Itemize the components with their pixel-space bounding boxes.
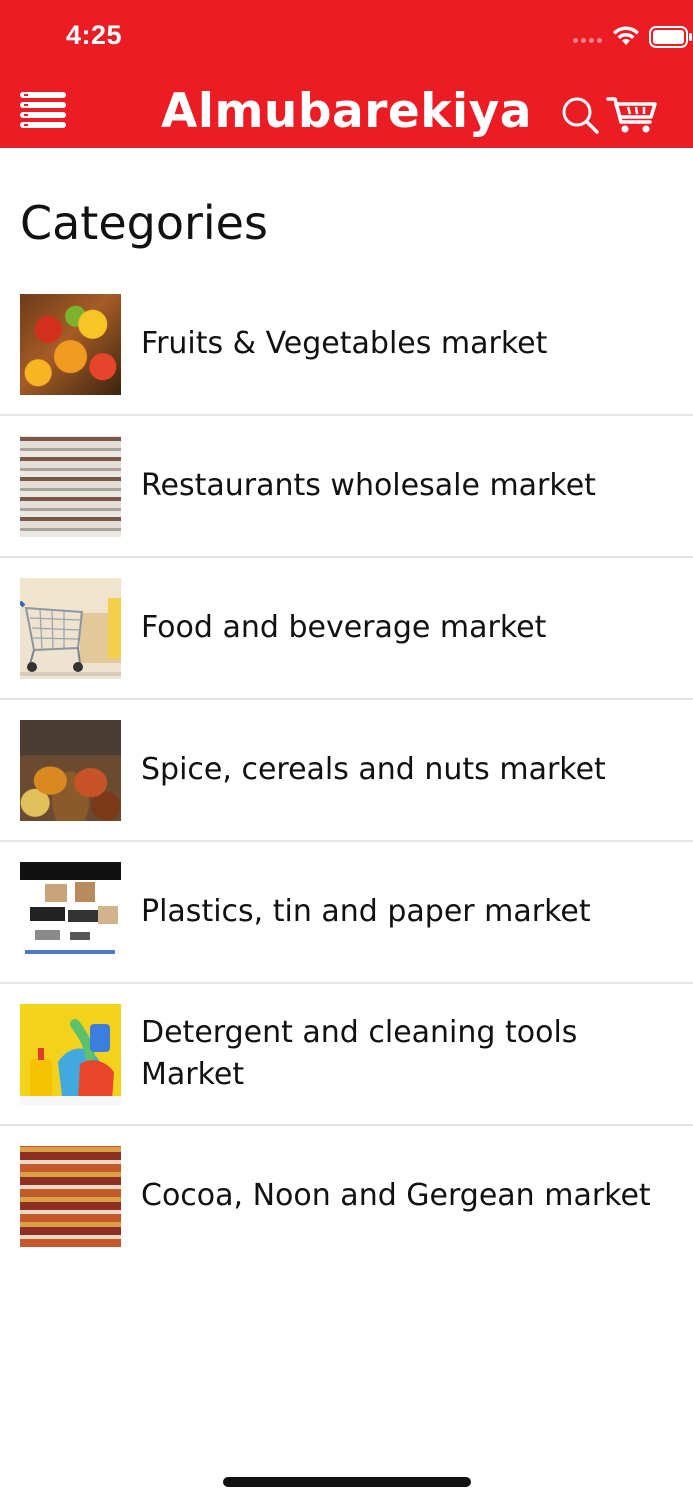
search-button[interactable] [560,95,600,135]
fruits-vegetables-image [20,294,121,395]
category-label: Fruits & Vegetables market [141,326,548,361]
search-icon [562,97,599,134]
category-item-food-beverage[interactable]: Food and beverage market [0,558,693,700]
restaurants-wholesale-image [20,436,121,537]
battery-icon [649,26,692,48]
category-label: Restaurants wholesale market [141,468,596,503]
status-time: 4:25 [66,20,123,50]
detergent-cleaning-image [20,1004,121,1105]
category-item-spice-cereals-nuts[interactable]: Spice, cereals and nuts market [0,700,693,842]
category-label: Spice, cereals and nuts market [141,752,606,787]
category-item-detergent-cleaning[interactable]: Detergent and cleaning tools Market [0,984,693,1126]
cocoa-noon-gergean-image [20,1146,121,1247]
category-item-fruits-vegetables[interactable]: Fruits & Vegetables market [0,274,693,416]
category-item-plastics-tin-paper[interactable]: Plastics, tin and paper market [0,842,693,984]
cart-icon [606,97,657,133]
signal-icon [573,38,602,43]
category-item-restaurants-wholesale[interactable]: Restaurants wholesale market [0,416,693,558]
page-title: Categories [20,196,268,250]
wifi-icon [613,26,639,45]
category-label: Detergent and cleaning tools Market [141,1015,578,1092]
category-item-cocoa-noon-gergean[interactable]: Cocoa, Noon and Gergean market [0,1126,693,1268]
app-header: 4:25 Almubarekiya [0,0,693,148]
spice-cereals-nuts-image [20,720,121,821]
category-label: Plastics, tin and paper market [141,894,591,929]
cart-button[interactable] [606,95,658,135]
plastics-tin-paper-image [20,862,121,963]
food-beverage-image [20,578,121,679]
category-list: Fruits & Vegetables market Restaurants w… [0,274,693,1268]
home-indicator[interactable] [223,1477,471,1487]
category-label: Cocoa, Noon and Gergean market [141,1178,651,1213]
category-label: Food and beverage market [141,610,547,645]
